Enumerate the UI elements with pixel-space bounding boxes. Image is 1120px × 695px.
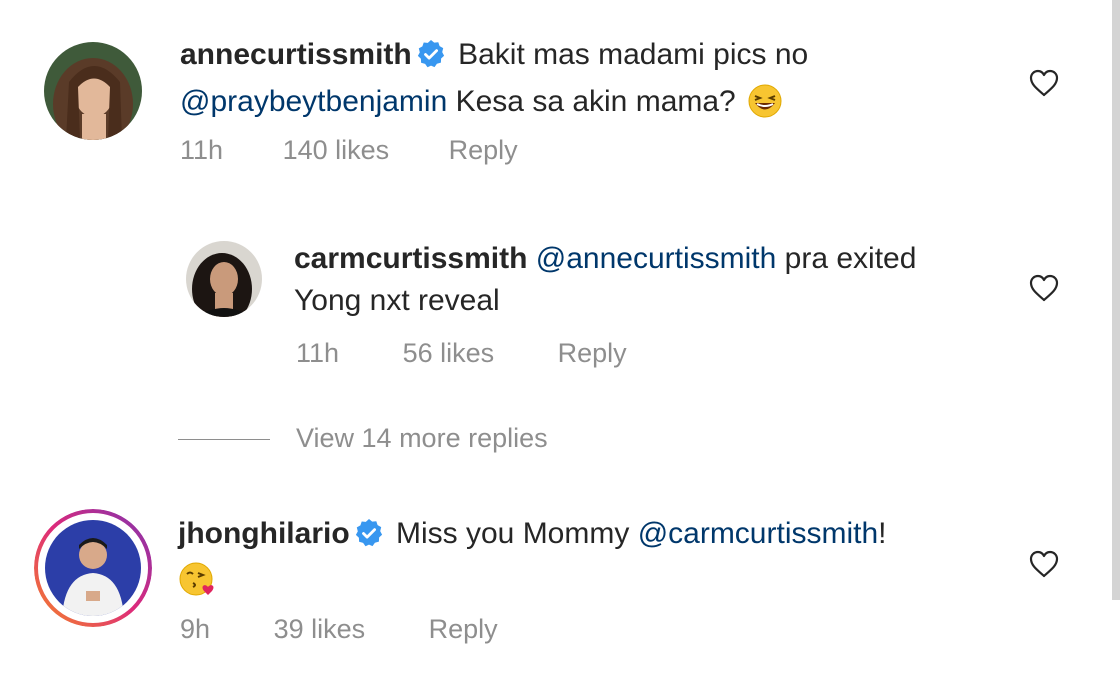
laughing-emoji-icon (748, 84, 782, 130)
verified-badge-icon (416, 39, 446, 81)
likes-count[interactable]: 56 likes (403, 338, 495, 369)
avatar-carmcurtissmith[interactable] (186, 241, 262, 317)
comment-username[interactable]: jhonghilario (178, 517, 350, 550)
comment-text-continued: Yong nxt reveal (294, 284, 500, 317)
likes-count[interactable]: 140 likes (283, 135, 390, 166)
comment-text: Bakit mas madami pics no (458, 38, 809, 71)
comment-time: 11h (296, 338, 340, 368)
like-heart-icon[interactable] (1029, 550, 1059, 583)
comment-text: Miss you Mommy (396, 517, 638, 550)
comment-text-end: ! (878, 517, 887, 550)
comment-text-continued: Kesa sa akin mama? (447, 85, 736, 118)
comment-username[interactable]: annecurtissmith (180, 38, 412, 71)
reply-button[interactable]: Reply (558, 338, 627, 369)
divider-line (178, 439, 270, 441)
verified-badge-icon (354, 518, 384, 560)
comment-username[interactable]: carmcurtissmith (294, 242, 527, 275)
like-heart-icon[interactable] (1029, 274, 1059, 307)
view-more-replies-button[interactable]: View 14 more replies (178, 423, 548, 454)
avatar-annecurtissmith[interactable] (44, 42, 142, 140)
comment-time: 11h (180, 135, 224, 165)
mention-link[interactable]: @annecurtissmith (536, 242, 777, 275)
avatar-jhonghilario[interactable] (34, 509, 152, 627)
mention-link[interactable]: @carmcurtissmith (638, 517, 878, 550)
view-more-replies-label: View 14 more replies (296, 423, 548, 453)
scrollbar[interactable] (1112, 0, 1120, 600)
comment-time: 9h (180, 614, 211, 644)
like-heart-icon[interactable] (1029, 69, 1059, 102)
comment-text: pra exited (776, 242, 917, 275)
likes-count[interactable]: 39 likes (274, 614, 366, 645)
reply-button[interactable]: Reply (449, 135, 518, 166)
mention-link[interactable]: @praybeytbenjamin (180, 85, 447, 118)
kissing-emoji-icon (178, 561, 216, 609)
reply-button[interactable]: Reply (429, 614, 498, 645)
